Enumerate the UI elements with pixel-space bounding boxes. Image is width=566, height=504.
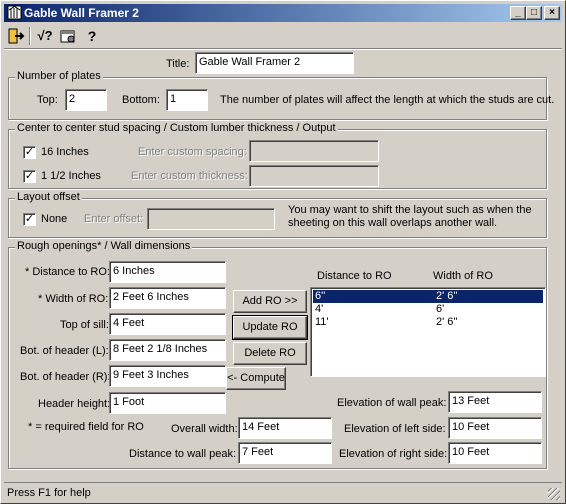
status-text: Press F1 for help [7,487,91,499]
distance-ro-label: * Distance to RO: [25,266,110,278]
header-height-label: Header height: [38,398,111,410]
compute-button[interactable]: <- Compute [226,367,286,390]
bottom-plates-input[interactable]: 1 [166,89,208,111]
custom-spacing-input[interactable] [249,140,379,162]
calculate-icon[interactable]: √? [34,26,56,46]
list-header-width: Width of RO [433,270,493,282]
overall-width-input[interactable]: 14 Feet [238,417,332,439]
app-window: Gable Wall Framer 2 _ □ × √? ? Title: Ga… [0,0,566,504]
resize-grip[interactable] [548,488,560,500]
plates-group-title: Number of plates [15,70,103,82]
list-item-distance: 11' [315,316,329,328]
custom-thickness-input[interactable] [249,165,379,187]
elevation-right-label: Elevation of right side: [339,448,448,460]
offset-label: Enter offset: [84,213,144,225]
header-right-label: Bot. of header (R): [20,371,111,383]
elevation-left-label: Elevation of left side: [344,423,446,435]
app-icon [7,5,22,20]
close-button[interactable]: × [544,6,560,20]
header-left-label: Bot. of header (L): [20,345,109,357]
settings-icon[interactable] [57,26,79,46]
offset-note: You may want to shift the layout such as… [288,204,532,229]
offset-input[interactable] [147,208,275,230]
toolbar-divider [4,48,562,50]
width-ro-input[interactable]: 2 Feet 6 Inches [109,287,226,309]
exit-icon[interactable] [5,26,27,46]
list-header-distance: Distance to RO [317,270,392,282]
title-input[interactable]: Gable Wall Framer 2 [195,52,354,74]
list-item-distance: 4' [315,303,324,315]
rough-openings-list[interactable]: 6'' 2' 6'' 4' 6' 11' 2' 6'' [310,287,546,377]
elevation-peak-input[interactable]: 13 Feet [448,391,542,413]
layout-offset-title: Layout offset [15,191,82,203]
list-item-width: 2' 6'' [436,290,458,302]
distance-peak-label: Distance to wall peak: [129,448,236,460]
rough-openings-title: Rough openings* / Wall dimensions [15,240,193,252]
offset-none-label: None [41,213,68,225]
top-plates-input[interactable]: 2 [65,89,107,111]
elevation-right-input[interactable]: 10 Feet [448,442,542,464]
maximize-button[interactable]: □ [526,6,542,20]
spacing-group-title: Center to center stud spacing / Custom l… [15,122,338,134]
update-ro-button[interactable]: Update RO [232,315,308,340]
status-bar: Press F1 for help [4,482,562,502]
list-item[interactable]: 6'' 2' 6'' [313,290,543,303]
distance-peak-input[interactable]: 7 Feet [238,442,332,464]
toolbar-separator [29,27,31,45]
top-plates-label: Top: [37,94,58,106]
custom-spacing-label: Enter custom spacing: [138,146,247,158]
title-label: Title: [166,58,190,70]
minimize-button[interactable]: _ [510,6,526,20]
thickness-label: 1 1/2 Inches [41,170,101,182]
header-height-input[interactable]: 1 Foot [109,392,226,414]
header-left-input[interactable]: 8 Feet 2 1/8 Inches [109,339,226,361]
overall-width-label: Overall width: [171,423,238,435]
elevation-left-input[interactable]: 10 Feet [448,417,542,439]
list-item-width: 6' [436,303,445,315]
title-bar[interactable]: Gable Wall Framer 2 _ □ × [4,4,562,22]
window-title: Gable Wall Framer 2 [24,6,139,20]
help-icon[interactable]: ? [81,26,103,46]
header-right-input[interactable]: 9 Feet 3 Inches [109,365,226,387]
list-item[interactable]: 11' 2' 6'' [313,316,543,329]
top-of-sill-input[interactable]: 4 Feet [109,313,226,335]
add-ro-button[interactable]: Add RO >> [233,290,307,313]
delete-ro-button[interactable]: Delete RO [233,342,307,365]
elevation-peak-label: Elevation of wall peak: [337,397,447,409]
offset-none-checkbox[interactable]: ✓ [23,213,36,226]
width-ro-label: * Width of RO: [38,293,109,305]
thickness-checkbox[interactable]: ✓ [23,170,36,183]
plates-note: The number of plates will affect the len… [220,94,555,106]
list-item-distance: 6'' [315,290,326,302]
bottom-plates-label: Bottom: [122,94,160,106]
required-note: * = required field for RO [28,421,144,433]
top-of-sill-label: Top of sill: [60,319,109,331]
list-item[interactable]: 4' 6' [313,303,543,316]
custom-thickness-label: Enter custom thickness: [131,170,248,182]
spacing-16-label: 16 Inches [41,146,89,158]
list-item-width: 2' 6'' [436,316,458,328]
distance-ro-input[interactable]: 6 Inches [109,261,226,283]
spacing-16-checkbox[interactable]: ✓ [23,146,36,159]
